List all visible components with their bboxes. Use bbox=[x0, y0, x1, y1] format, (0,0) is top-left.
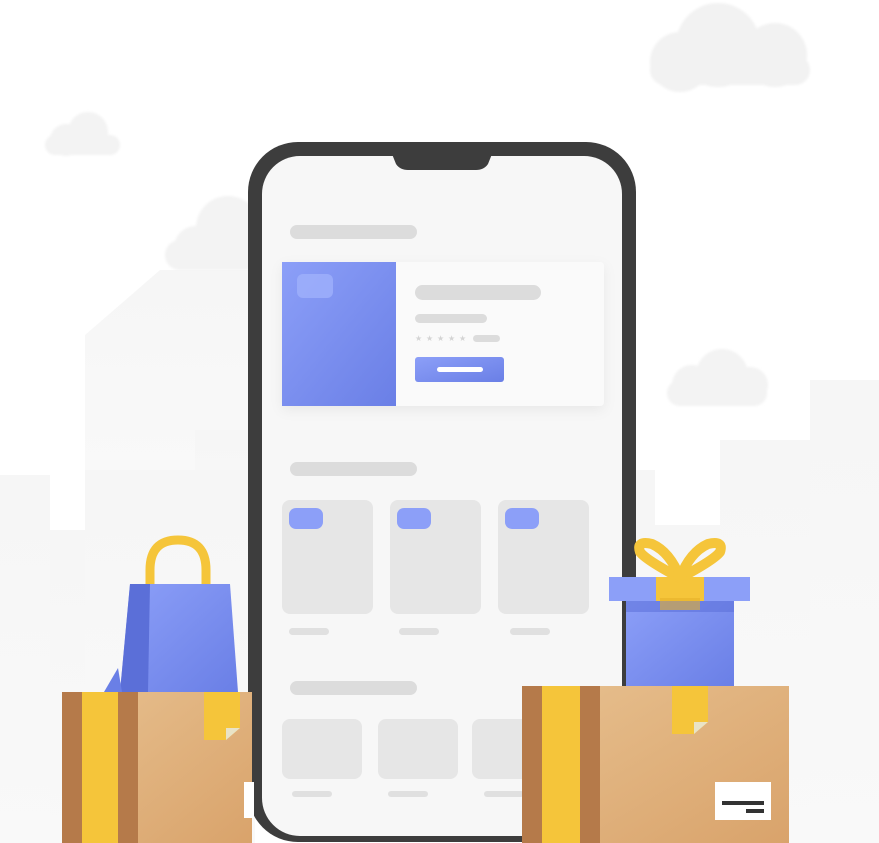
star-icon: ★ bbox=[415, 334, 422, 343]
cardboard-box-left bbox=[62, 692, 254, 843]
grid-card-tag bbox=[397, 508, 431, 529]
grid-card-label bbox=[399, 628, 439, 635]
grid-card-tag bbox=[289, 508, 323, 529]
star-icon: ★ bbox=[437, 334, 444, 343]
rating-count-placeholder bbox=[473, 335, 500, 342]
grid-card-label bbox=[289, 628, 329, 635]
button-label-placeholder bbox=[437, 367, 483, 372]
star-icon: ★ bbox=[448, 334, 455, 343]
star-icon: ★ bbox=[459, 334, 466, 343]
row-card-label bbox=[484, 791, 524, 797]
row-card-label bbox=[388, 791, 428, 797]
row-card-label bbox=[292, 791, 332, 797]
section-heading-placeholder bbox=[290, 681, 417, 695]
cloud-mid-right bbox=[667, 349, 768, 406]
phone-notch bbox=[392, 154, 492, 170]
grid-card-tag bbox=[505, 508, 539, 529]
product-image-tag bbox=[297, 274, 333, 298]
section-heading-placeholder bbox=[290, 225, 417, 239]
cloud-top-left bbox=[45, 112, 120, 156]
cloud-mid-left bbox=[165, 196, 260, 270]
shopping-illustration: ★ ★ ★ ★ ★ bbox=[0, 3, 879, 843]
product-subtitle-placeholder bbox=[415, 314, 487, 323]
row-card[interactable] bbox=[282, 719, 362, 779]
cloud-top-right bbox=[650, 3, 810, 92]
product-title-placeholder bbox=[415, 285, 541, 300]
section-heading-placeholder bbox=[290, 462, 417, 476]
star-icon: ★ bbox=[426, 334, 433, 343]
row-card[interactable] bbox=[378, 719, 458, 779]
cardboard-box-right bbox=[522, 686, 789, 843]
grid-card-label bbox=[510, 628, 550, 635]
